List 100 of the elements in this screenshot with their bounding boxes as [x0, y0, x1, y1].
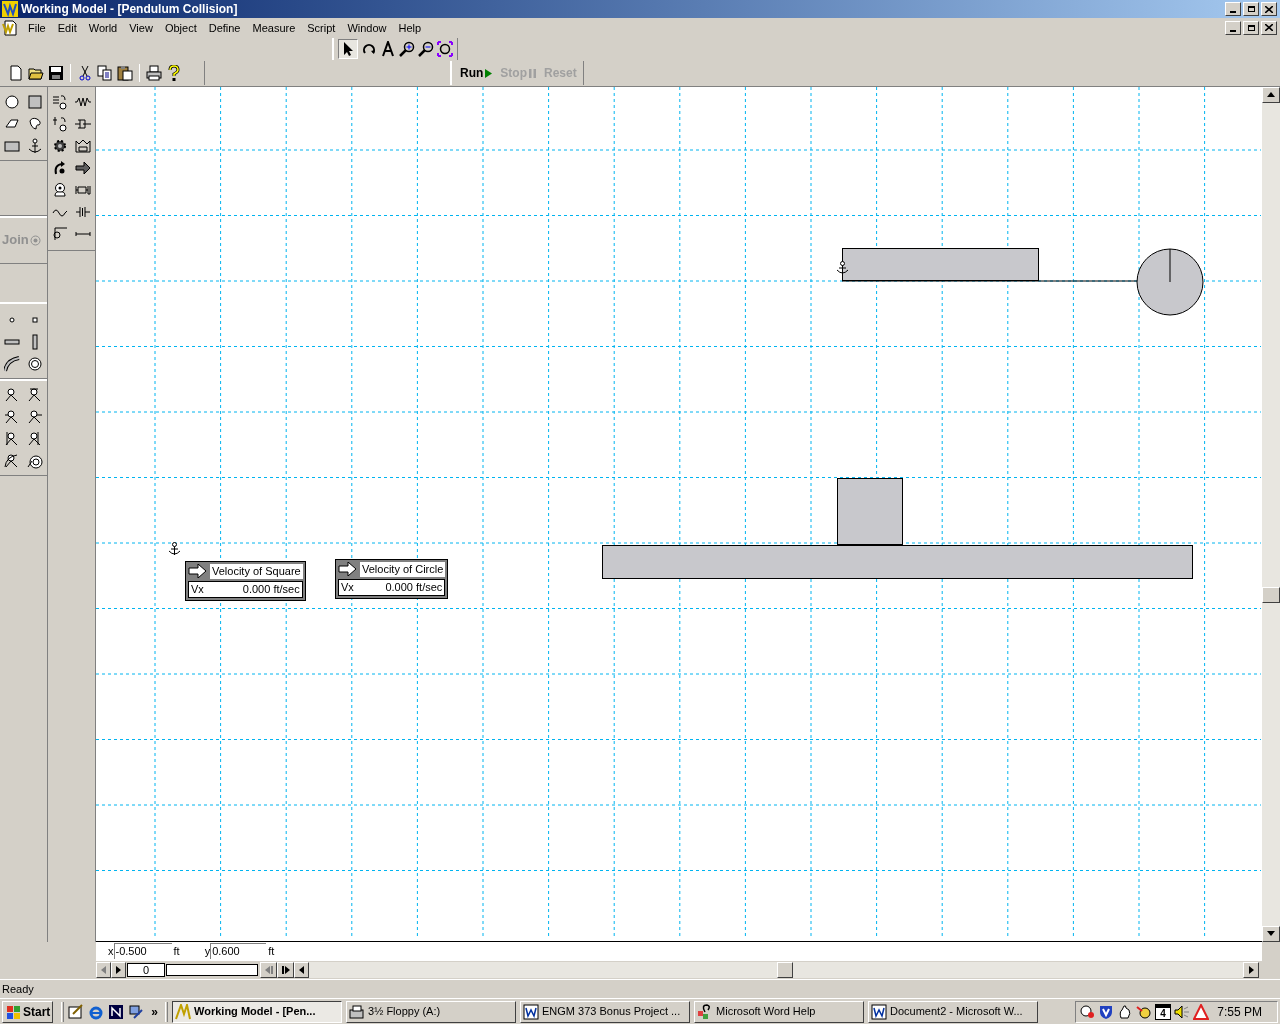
horizontal-scrollbar[interactable]	[309, 962, 1259, 979]
menu-item[interactable]: File	[22, 19, 52, 37]
zoom-out-icon[interactable]	[418, 41, 434, 58]
close-button[interactable]	[1261, 20, 1277, 35]
circle-tool-icon[interactable]	[3, 93, 20, 110]
square-tool-icon[interactable]	[27, 93, 44, 110]
copy-icon[interactable]	[97, 65, 113, 82]
force-arrow-icon[interactable]	[75, 159, 92, 176]
run-button[interactable]: Run	[460, 64, 493, 83]
gear-icon[interactable]	[51, 137, 68, 154]
curved-joint-icon[interactable]	[3, 430, 20, 447]
pin-joint-icon[interactable]	[3, 386, 20, 403]
x-coordinate-field[interactable]: -0.500	[113, 943, 172, 960]
menu-item[interactable]: Window	[341, 19, 393, 37]
step-back-button[interactable]	[96, 962, 111, 979]
unit-label: ft	[173, 944, 180, 960]
text-tool-icon[interactable]	[380, 41, 396, 58]
pendulum-circle[interactable]	[1136, 247, 1204, 316]
taskbar-button[interactable]: Document2 - Microsoft W...	[868, 1000, 1039, 1023]
rope-pulley-icon[interactable]	[51, 93, 68, 110]
desktop-icon[interactable]	[68, 1003, 85, 1020]
playback-slider[interactable]	[166, 964, 258, 977]
speaker-icon[interactable]	[1174, 1003, 1190, 1020]
motor-icon[interactable]	[51, 181, 68, 198]
taskbar-button[interactable]: ENGM 373 Bonus Project ...	[520, 1000, 691, 1023]
menu-item[interactable]: World	[82, 19, 124, 37]
help-icon[interactable]	[166, 65, 182, 82]
shield-icon[interactable]	[1098, 1003, 1114, 1020]
velocity-meter[interactable]: Velocity of Circle Vx 0.000 ft/sec	[335, 558, 449, 599]
scroll-thumb[interactable]	[777, 962, 793, 979]
scroll-left-button[interactable]	[294, 962, 309, 979]
actuator-icon[interactable]	[75, 137, 92, 154]
letter-n-icon[interactable]	[108, 1003, 125, 1020]
velocity-meter[interactable]: Velocity of Square Vx 0.000 ft/sec	[185, 560, 306, 601]
scroll-thumb[interactable]	[1262, 586, 1280, 603]
warning-icon[interactable]	[1193, 1003, 1209, 1020]
step-forward-button[interactable]	[111, 962, 126, 979]
simulation-canvas[interactable]: Velocity of Square Vx 0.000 ft/sec Velocity of Circle Vx 0.000 ft/sec	[96, 86, 1262, 942]
left-arrow-icon	[101, 966, 106, 975]
paste-icon[interactable]	[117, 65, 133, 82]
minimize-button[interactable]	[1225, 2, 1241, 16]
start-button[interactable]	[260, 962, 277, 979]
vertical-scrollbar[interactable]	[1262, 86, 1280, 942]
floor-body[interactable]	[602, 544, 1193, 579]
close-button[interactable]	[1261, 2, 1277, 16]
clock: 7:55 PM	[1217, 1003, 1263, 1021]
window-title: Working Model - [Pendulum Collision]	[21, 1, 239, 18]
frame-counter[interactable]: 0	[127, 963, 165, 978]
anchor-icon[interactable]	[27, 137, 44, 154]
taskbar-button[interactable]: Microsoft Word Help	[694, 1000, 865, 1023]
start-button[interactable]: Start	[2, 1000, 54, 1023]
up-arrow-icon[interactable]	[1267, 92, 1275, 98]
menu-item[interactable]: View	[123, 19, 159, 37]
open-folder-icon[interactable]	[28, 65, 44, 82]
new-file-icon[interactable]	[8, 65, 24, 82]
menu-item[interactable]: Edit	[51, 19, 83, 37]
hand-icon[interactable]	[1117, 1003, 1133, 1020]
meter-label: Vx	[341, 579, 354, 595]
zoom-to-fit-icon[interactable]	[437, 41, 453, 58]
magnifier-icon[interactable]	[1079, 1003, 1095, 1020]
menu-item[interactable]: Measure	[246, 19, 302, 37]
curved-slot-icon[interactable]	[3, 355, 20, 372]
end-button[interactable]	[277, 962, 294, 979]
curved-shape-icon[interactable]	[27, 115, 44, 132]
network-icon[interactable]	[128, 1003, 145, 1020]
document-icon	[523, 1003, 540, 1020]
anchor-icon[interactable]	[836, 260, 849, 275]
printer-icon[interactable]	[146, 65, 162, 82]
pin-slot-icon[interactable]	[51, 225, 68, 242]
face-icon[interactable]	[1136, 1003, 1152, 1020]
circular-slot-icon[interactable]	[27, 355, 44, 372]
square-body[interactable]	[837, 477, 903, 545]
keyed-slot-icon[interactable]	[27, 408, 44, 425]
taskbar-button[interactable]: 3½ Floppy (A:)	[346, 1000, 517, 1023]
rope[interactable]	[842, 277, 1138, 284]
menu-item[interactable]: Help	[392, 19, 428, 37]
taskbar-button[interactable]: Working Model - [Pen...	[172, 1000, 343, 1023]
document-icon[interactable]	[2, 19, 18, 36]
right-arrow-icon[interactable]	[1248, 966, 1254, 975]
rectangle-body[interactable]	[842, 247, 1039, 281]
calendar-icon[interactable]: 4	[1155, 1003, 1171, 1020]
scissors-icon[interactable]	[77, 65, 93, 82]
minimize-button[interactable]	[1225, 20, 1241, 35]
restore-button[interactable]	[1243, 20, 1259, 35]
menu-item[interactable]: Object	[158, 19, 203, 37]
app-logo-icon	[2, 1, 18, 17]
restore-button[interactable]	[1243, 2, 1259, 16]
pulley-icon[interactable]	[51, 115, 68, 132]
anchor-icon[interactable]	[168, 541, 181, 556]
circular-joint-icon[interactable]	[27, 452, 44, 469]
menu-item[interactable]: Define	[202, 19, 247, 37]
more-button[interactable]: »	[148, 1002, 162, 1021]
zoom-in-icon[interactable]	[399, 41, 415, 58]
keyed-joint-icon[interactable]	[3, 408, 20, 425]
y-coordinate-field[interactable]: 0.600	[210, 943, 267, 960]
curved-slot-joint-icon[interactable]	[3, 452, 20, 469]
down-arrow-icon[interactable]	[1267, 931, 1275, 937]
pause-icon	[529, 68, 536, 78]
save-icon[interactable]	[48, 65, 64, 82]
menu-item[interactable]: Script	[301, 19, 342, 37]
